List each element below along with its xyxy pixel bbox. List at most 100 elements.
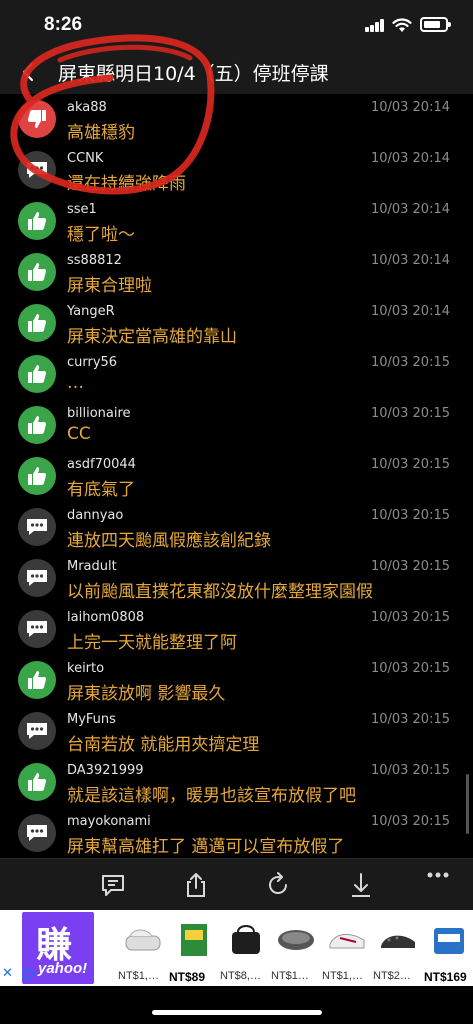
comment-text: 台南若放 就能用夾擠定理 <box>67 735 260 755</box>
comment-username: billionaire <box>67 406 131 421</box>
comment-time: 10/03 20:14 <box>370 151 450 166</box>
comment-row: curry56 10/03 20:15 … <box>0 349 473 400</box>
comment-username: MyFuns <box>67 712 116 727</box>
comment-row: aka88 10/03 20:14 高雄穩豹 <box>0 94 473 145</box>
download-icon[interactable] <box>347 871 375 899</box>
comment-text: 有底氣了 <box>67 480 135 500</box>
ad-product-item[interactable]: NT$2… <box>373 914 423 984</box>
comment-icon[interactable] <box>99 871 127 899</box>
home-area <box>0 986 473 1024</box>
comment-username: Mradult <box>67 559 117 574</box>
comment-list[interactable]: aka88 10/03 20:14 高雄穩豹 CCNK 10/03 20:14 … <box>0 94 473 858</box>
thumbs-up-icon <box>28 773 47 791</box>
adchoices-icon[interactable] <box>22 966 38 982</box>
ad-product-item[interactable]: NT$1,… <box>322 914 372 984</box>
header: 屏東縣明日10/4（五）停班停課 <box>0 50 473 94</box>
thumbs-up-icon <box>28 314 47 332</box>
comment-text: 高雄穩豹 <box>67 123 135 143</box>
comment-time: 10/03 20:15 <box>370 508 450 523</box>
battery-icon <box>420 17 451 32</box>
comment-text: 連放四天颱風假應該創紀錄 <box>67 531 271 551</box>
ad-price: NT$89 <box>169 970 206 984</box>
product-thumbnail <box>232 925 260 954</box>
comment-username: CCNK <box>67 151 104 166</box>
status-time: 8:26 <box>44 14 83 35</box>
comment-time: 10/03 20:15 <box>370 763 450 778</box>
comment-username: laihom0808 <box>67 610 145 625</box>
scrollbar[interactable] <box>466 774 469 834</box>
ad-product-item[interactable]: NT$1,… <box>118 914 168 984</box>
comment-username: aka88 <box>67 100 107 115</box>
thumbs-up-icon <box>18 763 56 801</box>
more-icon[interactable] <box>424 865 452 893</box>
comment-row: asdf70044 10/03 20:15 有底氣了 <box>0 451 473 502</box>
product-thumbnail <box>434 928 464 954</box>
comment-text: 以前颱風直撲花東都沒放什麼整理家園假 <box>67 582 373 602</box>
speech-bubble-icon <box>27 162 47 178</box>
back-button[interactable] <box>16 56 44 88</box>
speech-bubble-icon <box>18 712 56 750</box>
ad-price: NT$8,… <box>220 970 261 982</box>
ad-product-item[interactable]: NT$89 <box>169 914 219 984</box>
thumbs-up-icon <box>28 212 47 230</box>
ad-product-item[interactable]: NT$1… <box>271 914 321 984</box>
comment-row: MyFuns 10/03 20:15 台南若放 就能用夾擠定理 <box>0 706 473 757</box>
comment-text: 屏東該放啊 影響最久 <box>67 684 226 704</box>
share-icon[interactable] <box>182 871 210 899</box>
speech-bubble-icon <box>18 814 56 852</box>
ad-banner[interactable]: 賺 yahoo! ✕ NT$1,… NT$89 NT$8,… NT$1… NT$1,… N… <box>0 910 473 986</box>
speech-bubble-icon <box>27 825 47 841</box>
ad-product-item[interactable]: NT$8,… <box>220 914 270 984</box>
wifi-icon <box>392 18 412 32</box>
comment-row: keirto 10/03 20:15 屏東該放啊 影響最久 <box>0 655 473 706</box>
product-thumbnail <box>181 924 207 956</box>
product-thumbnail <box>278 930 314 950</box>
comment-row: sse1 10/03 20:14 穩了啦～ <box>0 196 473 247</box>
speech-bubble-icon <box>27 570 47 586</box>
comment-time: 10/03 20:15 <box>370 355 450 370</box>
comment-username: asdf70044 <box>67 457 136 472</box>
thumbs-up-icon <box>28 467 47 485</box>
comment-row: dannyao 10/03 20:15 連放四天颱風假應該創紀錄 <box>0 502 473 553</box>
ad-price: NT$1,… <box>322 970 363 982</box>
thumbs-up-icon <box>18 661 56 699</box>
comment-text: 穩了啦～ <box>67 225 135 245</box>
comment-row: Mradult 10/03 20:15 以前颱風直撲花東都沒放什麼整理家園假 <box>0 553 473 604</box>
comment-text: 還在持續強降雨 <box>67 174 186 194</box>
yahoo-logo: yahoo! <box>38 960 88 977</box>
comment-time: 10/03 20:14 <box>370 100 450 115</box>
speech-bubble-icon <box>18 151 56 189</box>
comment-row: billionaire 10/03 20:15 CC <box>0 400 473 451</box>
comment-time: 10/03 20:14 <box>370 202 450 217</box>
comment-row: ss88812 10/03 20:14 屏東合理啦 <box>0 247 473 298</box>
thumbs-up-icon <box>28 671 47 689</box>
ad-price: NT$169 <box>424 970 467 984</box>
ad-price: NT$1,… <box>118 970 159 982</box>
home-indicator[interactable] <box>152 1010 322 1015</box>
comment-time: 10/03 20:15 <box>370 559 450 574</box>
comment-username: ss88812 <box>67 253 122 268</box>
speech-bubble-icon <box>27 621 47 637</box>
ad-product-item[interactable]: NT$169 <box>424 914 473 984</box>
status-bar: 8:26 <box>0 0 473 50</box>
product-thumbnail <box>329 934 365 949</box>
bottom-toolbar <box>0 858 473 910</box>
comment-username: sse1 <box>67 202 97 217</box>
comment-username: curry56 <box>67 355 118 370</box>
comment-time: 10/03 20:15 <box>370 610 450 625</box>
comment-time: 10/03 20:15 <box>370 457 450 472</box>
comment-row: DA3921999 10/03 20:15 就是該這樣啊，暖男也該宣布放假了吧 <box>0 757 473 808</box>
speech-bubble-icon <box>18 610 56 648</box>
thumbs-up-icon <box>28 365 47 383</box>
thumbs-up-icon <box>18 355 56 393</box>
ad-close-button[interactable]: ✕ <box>2 966 13 981</box>
comment-username: mayokonami <box>67 814 151 829</box>
comment-row: CCNK 10/03 20:14 還在持續強降雨 <box>0 145 473 196</box>
comment-row: laihom0808 10/03 20:15 上完一天就能整理了阿 <box>0 604 473 655</box>
comment-text: 就是該這樣啊，暖男也該宣布放假了吧 <box>67 786 356 806</box>
speech-bubble-icon <box>27 519 47 535</box>
thumbs-up-icon <box>18 406 56 444</box>
refresh-icon[interactable] <box>264 871 292 899</box>
comment-text: 屏東合理啦 <box>67 276 152 296</box>
comment-text: 屏東決定當高雄的靠山 <box>67 327 237 347</box>
